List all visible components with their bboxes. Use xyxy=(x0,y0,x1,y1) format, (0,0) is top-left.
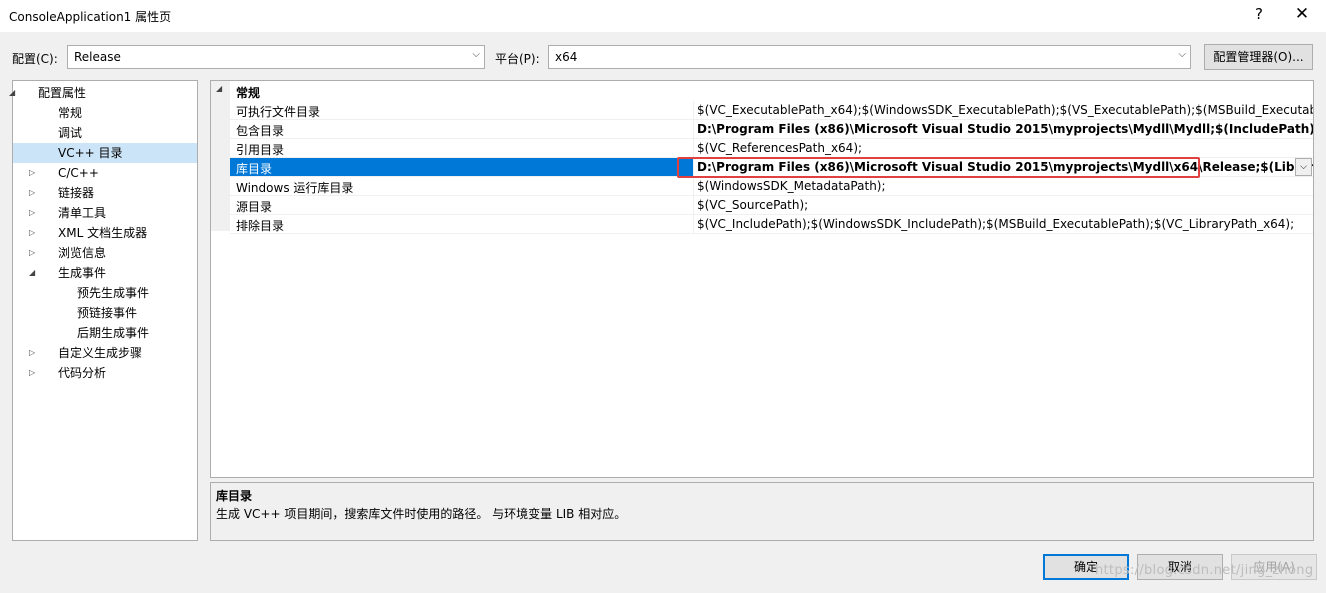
tree-item[interactable]: 后期生成事件 xyxy=(13,323,197,343)
close-icon[interactable]: ✕ xyxy=(1292,4,1312,24)
property-grid[interactable]: ◢ 常规 可执行文件目录 $(VC_ExecutablePath_x64);$(W… xyxy=(210,80,1314,478)
tree-item-label: 常规 xyxy=(58,106,83,120)
expand-icon[interactable]: ▷ xyxy=(29,363,35,383)
property-value[interactable]: D:\Program Files (x86)\Microsoft Visual … xyxy=(697,122,1313,136)
tree-item-label: 浏览信息 xyxy=(58,246,107,260)
row-selection xyxy=(230,158,693,176)
chevron-down-icon: ⌵ xyxy=(1178,49,1186,60)
column-divider xyxy=(693,196,694,214)
category-general: 常规 xyxy=(236,86,261,100)
platform-select[interactable]: x64 ⌵ xyxy=(548,45,1191,69)
property-value[interactable]: $(VC_ExecutablePath_x64);$(WindowsSDK_Ex… xyxy=(697,103,1313,117)
watermark-text: https://blog.csdn.net/jing_zhong xyxy=(1095,563,1314,578)
property-value[interactable]: $(VC_IncludePath);$(WindowsSDK_IncludePa… xyxy=(697,217,1313,231)
tree-item-label: 清单工具 xyxy=(58,206,107,220)
tree-item[interactable]: ▷ 清单工具 xyxy=(13,203,197,223)
window-title: ConsoleApplication1 属性页 xyxy=(9,10,172,24)
tree-item[interactable]: ▷ 代码分析 xyxy=(13,363,197,383)
tree-item[interactable]: ◢ 配置属性 xyxy=(9,83,197,103)
tree-item[interactable]: VC++ 目录 xyxy=(13,143,197,163)
tree-item[interactable]: ▷ 链接器 xyxy=(13,183,197,203)
tree-item-label: 预链接事件 xyxy=(77,306,138,320)
property-value[interactable]: $(VC_ReferencesPath_x64); xyxy=(697,141,1313,155)
tree-item-label: 代码分析 xyxy=(58,366,107,380)
tree-item-label: XML 文档生成器 xyxy=(58,226,148,240)
config-select[interactable]: Release ⌵ xyxy=(67,45,485,69)
tree-item[interactable]: ▷ 浏览信息 xyxy=(13,243,197,263)
expand-icon[interactable]: ▷ xyxy=(29,223,35,243)
chevron-down-icon: ⌵ xyxy=(472,49,480,60)
property-name: Windows 运行库目录 xyxy=(236,181,354,195)
config-manager-button[interactable]: 配置管理器(O)... xyxy=(1204,44,1313,70)
property-row[interactable]: 包含目录 D:\Program Files (x86)\Microsoft Vis… xyxy=(230,120,1313,139)
tree-item[interactable]: ◢ 生成事件 xyxy=(13,263,197,283)
column-divider xyxy=(693,177,694,195)
column-divider xyxy=(693,101,694,119)
tree-item[interactable]: ▷ 自定义生成步骤 xyxy=(13,343,197,363)
expand-icon[interactable]: ▷ xyxy=(29,183,35,203)
tree-item[interactable]: ▷ XML 文档生成器 xyxy=(13,223,197,243)
tree-item-label: 后期生成事件 xyxy=(77,326,150,340)
property-row[interactable]: 排除目录 $(VC_IncludePath);$(WindowsSDK_Inclu… xyxy=(230,215,1313,234)
tree-item-label: VC++ 目录 xyxy=(58,146,123,160)
config-select-value: Release xyxy=(74,50,121,64)
collapse-icon[interactable]: ◢ xyxy=(9,83,15,103)
property-value[interactable]: $(VC_SourcePath); xyxy=(697,198,1313,212)
title-bar: ConsoleApplication1 属性页 ? ✕ xyxy=(0,0,1326,32)
expand-icon[interactable]: ▷ xyxy=(29,243,35,263)
property-row[interactable]: 源目录 $(VC_SourcePath); xyxy=(230,196,1313,215)
column-divider xyxy=(693,215,694,233)
platform-select-value: x64 xyxy=(555,50,578,64)
expand-icon[interactable]: ▷ xyxy=(29,343,35,363)
description-text: 生成 VC++ 项目期间，搜索库文件时使用的路径。 与环境变量 LIB 相对应。 xyxy=(216,507,627,521)
property-value[interactable]: $(WindowsSDK_MetadataPath); xyxy=(697,179,1313,193)
property-name: 包含目录 xyxy=(236,124,285,138)
property-name: 引用目录 xyxy=(236,143,285,157)
property-name: 可执行文件目录 xyxy=(236,105,321,119)
config-label: 配置(C): xyxy=(12,52,58,66)
tree-item[interactable]: 调试 xyxy=(13,123,197,143)
property-row[interactable]: 可执行文件目录 $(VC_ExecutablePath_x64);$(Window… xyxy=(230,101,1313,120)
property-name: 库目录 xyxy=(236,162,273,176)
tree-item-label: 自定义生成步骤 xyxy=(58,346,143,360)
platform-label: 平台(P): xyxy=(495,52,540,66)
highlight-box xyxy=(677,157,1200,178)
tree-item-label: 链接器 xyxy=(58,186,95,200)
tree-item-label: 调试 xyxy=(58,126,83,140)
value-dropdown-button[interactable]: ⌵ xyxy=(1295,158,1312,176)
tree-item-label: 配置属性 xyxy=(38,86,87,100)
tree-item[interactable]: 常规 xyxy=(13,103,197,123)
collapse-icon[interactable]: ◢ xyxy=(216,84,222,93)
property-tree[interactable]: ◢ 配置属性常规调试 VC++ 目录 ▷ C/C++ ▷ 链接器 ▷ 清单工具 ▷ XML 文档生成… xyxy=(9,80,198,541)
property-row[interactable]: 引用目录 $(VC_ReferencesPath_x64); xyxy=(230,139,1313,158)
property-name: 源目录 xyxy=(236,200,273,214)
tree-item-label: 预先生成事件 xyxy=(77,286,150,300)
tree-item[interactable]: 预先生成事件 xyxy=(13,283,197,303)
grid-gutter xyxy=(211,81,230,231)
tree-item[interactable]: ▷ C/C++ xyxy=(13,163,197,183)
description-title: 库目录 xyxy=(216,489,253,503)
property-row[interactable]: Windows 运行库目录 $(WindowsSDK_MetadataPath); xyxy=(230,177,1313,196)
column-divider xyxy=(693,120,694,138)
expand-icon[interactable]: ▷ xyxy=(29,163,35,183)
tree-item[interactable]: 预链接事件 xyxy=(13,303,197,323)
description-pane: 库目录 生成 VC++ 项目期间，搜索库文件时使用的路径。 与环境变量 LIB … xyxy=(210,482,1314,541)
help-icon[interactable]: ? xyxy=(1249,5,1269,23)
column-divider xyxy=(693,139,694,157)
collapse-icon[interactable]: ◢ xyxy=(29,263,35,283)
expand-icon[interactable]: ▷ xyxy=(29,203,35,223)
tree-item-label: 生成事件 xyxy=(58,266,107,280)
property-name: 排除目录 xyxy=(236,219,285,233)
tree-item-label: C/C++ xyxy=(58,166,99,180)
